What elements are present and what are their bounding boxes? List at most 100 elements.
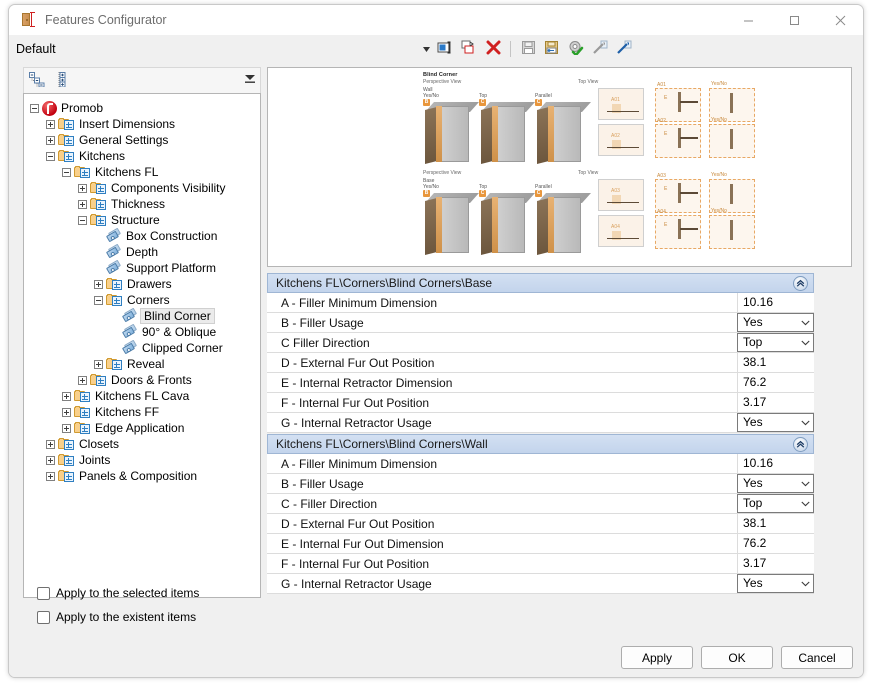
tree-item-general-settings[interactable]: General Settings <box>24 132 260 148</box>
panel-collapse-button[interactable] <box>793 437 808 453</box>
property-value[interactable]: 3.17 <box>737 554 814 574</box>
collapse-node-icon[interactable] <box>78 215 87 225</box>
minimize-button[interactable] <box>725 5 771 35</box>
tree-item-kitchens-fl[interactable]: Kitchens FL <box>24 164 260 180</box>
expand-node-icon[interactable] <box>62 391 71 401</box>
property-row: B - Filler Usage Yes <box>267 473 814 495</box>
export-button[interactable] <box>613 38 635 60</box>
tree-item-depth[interactable]: Depth <box>24 243 260 260</box>
expand-node-icon[interactable] <box>46 119 55 129</box>
collapse-node-icon[interactable] <box>94 295 103 305</box>
collapse-node-icon[interactable] <box>62 167 71 177</box>
tree-item-closets[interactable]: Closets <box>24 436 260 452</box>
tree-item-label: Box Construction <box>126 229 218 243</box>
tree-item-box-construction[interactable]: Box Construction <box>24 227 260 244</box>
tree-item-kitchens-fl-cava[interactable]: Kitchens FL Cava <box>24 388 260 404</box>
tree-item-joints[interactable]: Joints <box>24 452 260 468</box>
import-button[interactable] <box>589 38 611 60</box>
tree-item-support-platform[interactable]: Support Platform <box>24 259 260 276</box>
save-button[interactable] <box>517 38 539 60</box>
tree-item-promob[interactable]: Promob <box>24 100 260 116</box>
expand-node-icon[interactable] <box>62 423 71 433</box>
collapse-node-icon[interactable] <box>30 103 39 113</box>
property-row: F - Internal Fur Out Position 3.17 <box>267 392 814 414</box>
tree-item-kitchens[interactable]: Kitchens <box>24 148 260 164</box>
expand-node-icon[interactable] <box>78 375 87 385</box>
tree-item-corners[interactable]: Corners <box>24 292 260 308</box>
property-row: C - Filler Direction Top <box>267 493 814 515</box>
apply-settings-button[interactable] <box>565 38 587 60</box>
tree-item-insert-dimensions[interactable]: Insert Dimensions <box>24 116 260 132</box>
property-dropdown[interactable]: Top <box>737 494 814 514</box>
main-toolbar <box>420 35 635 63</box>
caret-down-icon[interactable] <box>420 38 432 60</box>
cabinet-render-wall-yesno <box>425 102 480 164</box>
tree-item-edge-application[interactable]: Edge Application <box>24 420 260 436</box>
expand-node-icon[interactable] <box>46 455 55 465</box>
tree-item-doors-fronts[interactable]: Doors & Fronts <box>24 372 260 388</box>
property-value[interactable]: 10.16 <box>737 454 814 474</box>
expand-node-icon[interactable] <box>78 183 87 193</box>
expand-node-icon[interactable] <box>94 359 103 369</box>
rename-item-button[interactable] <box>434 38 456 60</box>
apply-existent-checkbox[interactable] <box>37 610 50 624</box>
property-label: E - Internal Retractor Dimension <box>267 372 737 394</box>
save-as-button[interactable] <box>541 38 563 60</box>
arrow-in-page-icon <box>616 40 632 58</box>
property-dropdown[interactable]: Top <box>737 333 814 353</box>
feature-tree[interactable]: Promob Insert Dimensions General Settings K… <box>23 93 261 598</box>
chevron-double-up-icon <box>796 440 805 448</box>
property-dropdown-value: Yes <box>743 315 763 330</box>
ok-button[interactable]: OK <box>701 646 773 669</box>
property-value[interactable]: 3.17 <box>737 393 814 413</box>
duplicate-item-button[interactable] <box>458 38 480 60</box>
tree-item-clipped-corner[interactable]: Clipped Corner <box>24 339 260 356</box>
collapse-node-icon[interactable] <box>46 151 55 161</box>
expand-node-icon[interactable] <box>46 471 55 481</box>
panel-header[interactable]: Kitchens FL\Corners\Blind Corners\Base <box>267 273 814 293</box>
property-dropdown[interactable]: Yes <box>737 474 814 494</box>
property-label: G - Internal Retractor Usage <box>267 412 737 434</box>
diagram-yesno-1: Yes/No <box>711 81 727 87</box>
tree-item-reveal[interactable]: Reveal <box>24 356 260 372</box>
tag-icon <box>121 339 138 355</box>
property-dropdown[interactable]: Yes <box>737 413 814 433</box>
panel-collapse-button[interactable] <box>793 276 808 291</box>
property-value[interactable]: 76.2 <box>737 373 814 393</box>
apply-selected-checkbox-row[interactable]: Apply to the selected items <box>37 586 199 600</box>
collapse-all-button[interactable] <box>24 69 50 93</box>
close-button[interactable] <box>817 5 863 35</box>
property-value[interactable]: 10.16 <box>737 293 814 313</box>
property-value[interactable]: 38.1 <box>737 353 814 373</box>
expand-all-button[interactable] <box>50 69 76 93</box>
tree-item-kitchens-ff[interactable]: Kitchens FF <box>24 404 260 420</box>
property-value[interactable]: 38.1 <box>737 514 814 534</box>
property-dropdown[interactable]: Yes <box>737 313 814 333</box>
tree-item-90-oblique[interactable]: 90° & Oblique <box>24 323 260 340</box>
apply-button[interactable]: Apply <box>621 646 693 669</box>
apply-selected-checkbox[interactable] <box>37 586 50 600</box>
maximize-button[interactable] <box>771 5 817 35</box>
expand-node-icon[interactable] <box>94 279 103 289</box>
tree-item-structure[interactable]: Structure <box>24 212 260 228</box>
property-value-cell: Top <box>737 493 814 515</box>
delete-item-button[interactable] <box>482 38 504 60</box>
expand-node-icon[interactable] <box>46 439 55 449</box>
expand-node-icon[interactable] <box>62 407 71 417</box>
tree-item-components-visibility[interactable]: Components Visibility <box>24 180 260 196</box>
tree-item-panels-composition[interactable]: Panels & Composition <box>24 468 260 484</box>
property-dropdown[interactable]: Yes <box>737 574 814 594</box>
tree-item-blind-corner[interactable]: Blind Corner <box>24 307 260 324</box>
tree-overflow-button[interactable] <box>243 73 257 87</box>
panel-header[interactable]: Kitchens FL\Corners\Blind Corners\Wall <box>267 434 814 455</box>
property-label: F - Internal Fur Out Position <box>267 392 737 414</box>
property-value[interactable]: 76.2 <box>737 534 814 554</box>
cancel-button[interactable]: Cancel <box>781 646 853 669</box>
expand-node-icon[interactable] <box>78 199 87 209</box>
chevron-down-icon <box>797 581 813 587</box>
property-label: C Filler Direction <box>267 332 737 354</box>
tree-item-thickness[interactable]: Thickness <box>24 196 260 212</box>
apply-existent-checkbox-row[interactable]: Apply to the existent items <box>37 610 196 624</box>
tree-item-drawers[interactable]: Drawers <box>24 276 260 292</box>
expand-node-icon[interactable] <box>46 135 55 145</box>
